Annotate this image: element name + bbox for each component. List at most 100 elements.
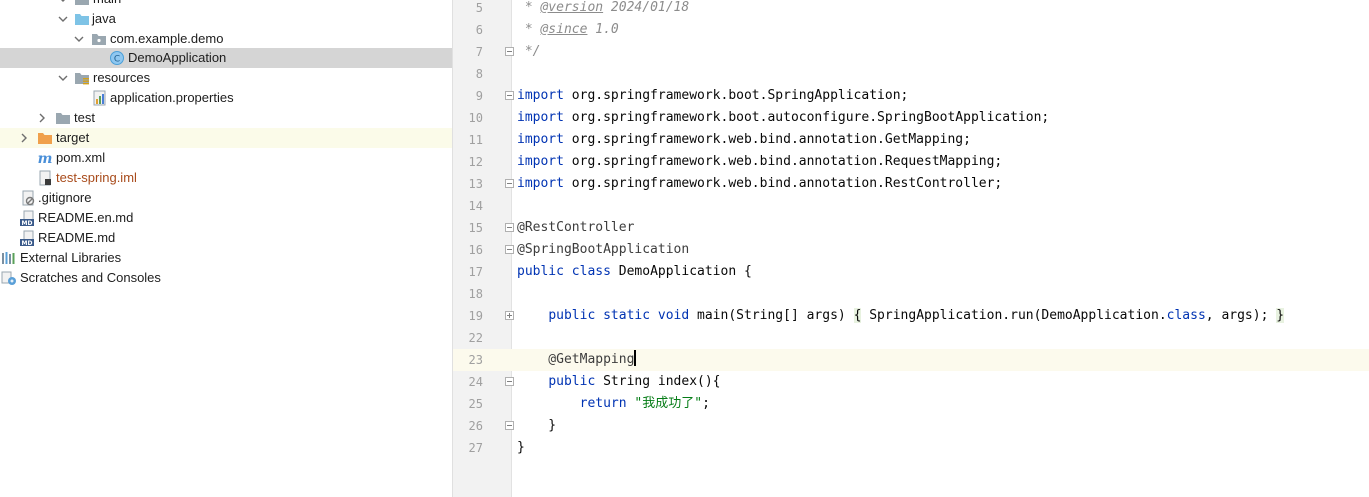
string-literal: "我成功了" <box>634 396 703 411</box>
folder-icon <box>56 113 70 124</box>
code-line[interactable]: import org.springframework.boot.SpringAp… <box>517 85 908 107</box>
keyword: public static void <box>548 308 690 323</box>
closing-brace: } <box>517 440 525 455</box>
keyword: public <box>517 264 564 279</box>
line-number: 6 <box>475 23 483 37</box>
tree-item-package[interactable]: com.example.demo <box>0 29 452 49</box>
code-line[interactable]: import org.springframework.web.bind.anno… <box>517 173 1002 195</box>
tree-item-readme-en[interactable]: MD README.en.md <box>0 208 452 228</box>
line-number: 15 <box>468 221 483 235</box>
code-line[interactable]: import org.springframework.web.bind.anno… <box>517 151 1002 173</box>
annotation: @GetMapping <box>517 352 635 367</box>
code-line[interactable]: @GetMapping <box>517 349 637 371</box>
tree-item-label: .gitignore <box>38 190 92 205</box>
tree-item-label: target <box>56 130 90 145</box>
code-line[interactable]: */ <box>517 41 541 63</box>
closing-brace: } <box>517 418 557 433</box>
tree-item-scratches[interactable]: Scratches and Consoles <box>0 268 452 288</box>
method-body: SpringApplication.run(DemoApplication. <box>861 308 1167 323</box>
code-line[interactable]: import org.springframework.boot.autoconf… <box>517 107 1049 129</box>
comment: * <box>517 0 541 15</box>
chevron-right-icon[interactable] <box>19 133 29 143</box>
tree-item-java[interactable]: java <box>0 9 452 29</box>
line-number: 9 <box>475 89 483 103</box>
import-path: org.springframework.web.bind.annotation.… <box>563 176 1003 191</box>
fold-end-icon[interactable] <box>505 179 514 188</box>
method-signature: main(String[] args) <box>689 308 854 323</box>
chevron-down-icon[interactable] <box>58 73 68 83</box>
line-number: 24 <box>468 375 483 389</box>
tree-item-pom-xml[interactable]: m pom.xml <box>0 148 452 168</box>
libraries-icon <box>2 252 15 264</box>
comment: */ <box>517 44 541 59</box>
tree-item-label: pom.xml <box>56 150 106 165</box>
code-line[interactable]: * @since 1.0 <box>517 19 619 41</box>
code-line[interactable]: public static void main(String[] args) {… <box>517 305 1285 327</box>
code-line[interactable]: @SpringBootApplication <box>517 239 689 261</box>
line-number: 22 <box>468 331 483 345</box>
excluded-folder-icon <box>38 133 52 144</box>
chevron-down-icon[interactable] <box>58 14 68 24</box>
tree-item-iml[interactable]: test-spring.iml <box>0 168 452 188</box>
keyword: import <box>517 110 564 125</box>
code-line[interactable]: import org.springframework.web.bind.anno… <box>517 129 971 151</box>
tree-item-target[interactable]: target <box>0 128 452 148</box>
properties-file-icon <box>93 90 106 106</box>
semicolon: ; <box>702 396 710 411</box>
fold-start-icon[interactable] <box>505 91 514 100</box>
tree-item-external-libraries[interactable]: External Libraries <box>0 248 452 268</box>
folded-brace[interactable]: } <box>1276 308 1285 323</box>
tree-item-label: External Libraries <box>20 250 122 265</box>
package-icon <box>92 34 106 45</box>
code-line[interactable]: public String index(){ <box>517 371 720 393</box>
chevron-down-icon[interactable] <box>74 34 84 44</box>
tree-item-application-properties[interactable]: application.properties <box>0 88 452 108</box>
code-line[interactable]: * @version 2024/01/18 <box>517 0 689 19</box>
tree-item-main[interactable]: main <box>0 0 452 9</box>
import-path: org.springframework.web.bind.annotation.… <box>563 132 971 147</box>
source-folder-icon <box>75 14 89 25</box>
fold-end-icon[interactable] <box>505 245 514 254</box>
tree-item-label: java <box>92 11 116 26</box>
line-number: 26 <box>468 419 483 433</box>
javadoc-tag: @version <box>540 0 604 15</box>
tree-item-demoapplication[interactable]: C DemoApplication <box>0 48 452 68</box>
tree-item-label: DemoApplication <box>128 50 227 65</box>
line-number: 11 <box>468 133 483 147</box>
code-line[interactable]: } <box>517 437 525 459</box>
annotation: @SpringBootApplication <box>517 242 690 257</box>
fold-collapsed-icon[interactable] <box>505 311 514 320</box>
tree-item-label: resources <box>93 70 151 85</box>
text-caret <box>634 350 637 366</box>
tree-item-test[interactable]: test <box>0 108 452 128</box>
line-number: 17 <box>468 265 483 279</box>
line-number: 18 <box>468 287 483 301</box>
chevron-down-icon[interactable] <box>58 0 68 4</box>
code-line[interactable]: } <box>517 415 556 437</box>
tree-item-readme[interactable]: MD README.md <box>0 228 452 248</box>
fold-end-icon[interactable] <box>505 421 514 430</box>
line-number: 5 <box>475 1 483 15</box>
line-number: 8 <box>475 67 483 81</box>
folder-icon <box>75 0 89 5</box>
tree-item-label: README.en.md <box>38 210 134 225</box>
fold-start-icon[interactable] <box>505 377 514 386</box>
comment: * <box>517 22 541 37</box>
code-line[interactable]: return "我成功了"; <box>517 393 710 415</box>
tree-item-label: main <box>93 0 121 7</box>
markdown-icon: MD <box>20 210 34 226</box>
code-line[interactable]: @RestController <box>517 217 634 239</box>
tree-item-resources[interactable]: resources <box>0 68 452 88</box>
code-line[interactable]: public class DemoApplication { <box>517 261 752 283</box>
tree-item-gitignore[interactable]: .gitignore <box>0 188 452 208</box>
line-number: 13 <box>468 177 483 191</box>
svg-text:MD: MD <box>22 220 33 226</box>
chevron-right-icon[interactable] <box>37 113 47 123</box>
fold-end-icon[interactable] <box>505 47 514 56</box>
import-path: org.springframework.web.bind.annotation.… <box>563 154 1003 169</box>
line-number: 12 <box>468 155 483 169</box>
fold-start-icon[interactable] <box>505 223 514 232</box>
line-number: 10 <box>468 111 483 125</box>
